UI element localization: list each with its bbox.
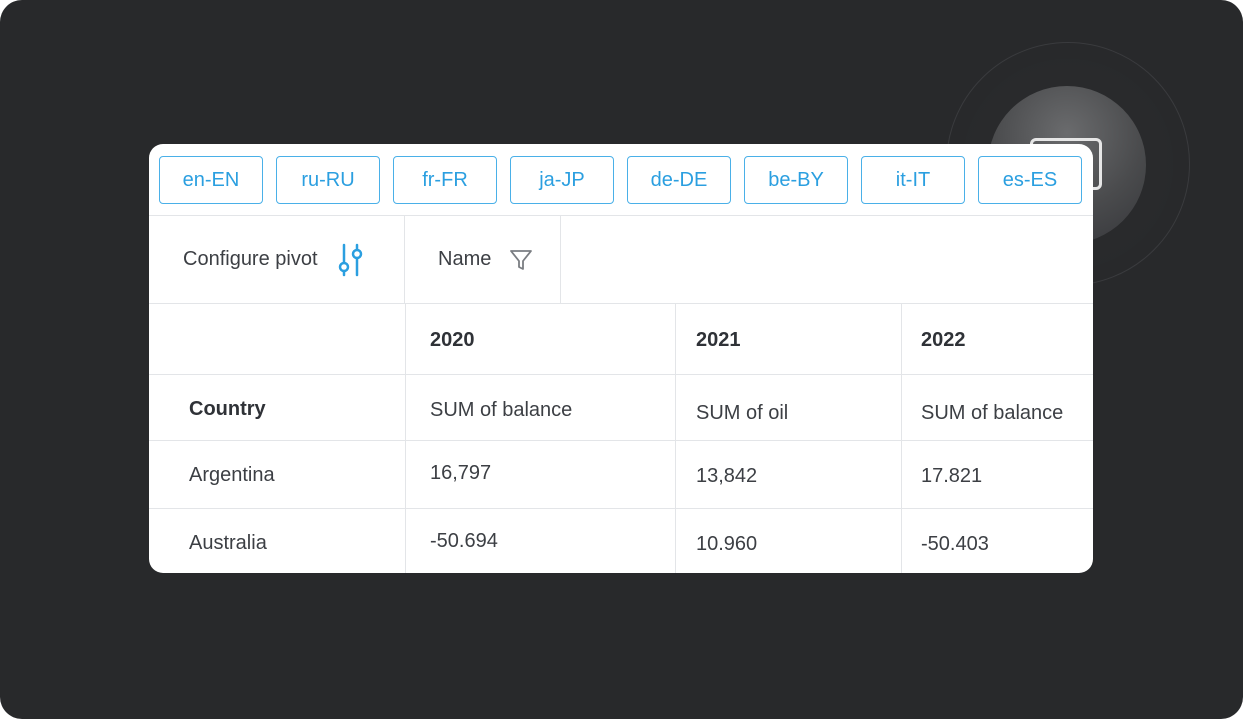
column-divider	[405, 304, 406, 573]
column-header-year[interactable]: 2022	[921, 329, 966, 352]
filter-icon	[510, 249, 533, 270]
name-filter-label: Name	[438, 248, 492, 270]
name-filter-button[interactable]: Name	[405, 216, 561, 303]
measure-header[interactable]: SUM of balance	[921, 402, 1063, 425]
data-cell: -50.403	[921, 533, 989, 555]
locale-button-ru[interactable]: ru-RU	[276, 156, 380, 204]
column-header-year[interactable]: 2021	[696, 329, 741, 352]
row-label-country: Australia	[189, 532, 267, 554]
locale-button-it[interactable]: it-IT	[861, 156, 965, 204]
pivot-toolbar: Configure pivot Name	[149, 216, 1093, 304]
locale-bar: en-EN ru-RU fr-FR ja-JP de-DE be-BY it-I…	[149, 144, 1093, 216]
pivot-widget: en-EN ru-RU fr-FR ja-JP de-DE be-BY it-I…	[149, 144, 1093, 573]
pivot-grid: 2020 2021 2022 Country SUM of balance SU…	[149, 304, 1093, 573]
data-cell: -50.694	[430, 530, 498, 552]
measure-header[interactable]: SUM of oil	[696, 402, 788, 425]
row-divider	[149, 508, 1093, 509]
locale-button-ja[interactable]: ja-JP	[510, 156, 614, 204]
sliders-icon	[338, 243, 362, 276]
row-header-country[interactable]: Country	[189, 398, 266, 421]
row-label-country: Argentina	[189, 464, 275, 486]
configure-pivot-label: Configure pivot	[183, 248, 318, 270]
column-divider	[901, 304, 902, 573]
configure-pivot-button[interactable]: Configure pivot	[149, 216, 405, 303]
locale-button-fr[interactable]: fr-FR	[393, 156, 497, 204]
data-cell: 13,842	[696, 465, 758, 487]
locale-button-en[interactable]: en-EN	[159, 156, 263, 204]
column-divider	[675, 304, 676, 573]
data-cell: 10.960	[696, 533, 758, 555]
data-cell: 17.821	[921, 465, 983, 487]
measure-header[interactable]: SUM of balance	[430, 399, 572, 422]
data-cell: 16,797	[430, 462, 492, 484]
locale-button-be[interactable]: be-BY	[744, 156, 848, 204]
column-header-year[interactable]: 2020	[430, 329, 475, 352]
locale-button-es[interactable]: es-ES	[978, 156, 1082, 204]
locale-button-de[interactable]: de-DE	[627, 156, 731, 204]
row-divider	[149, 374, 1093, 375]
backdrop: en-EN ru-RU fr-FR ja-JP de-DE be-BY it-I…	[0, 0, 1243, 719]
row-divider	[149, 440, 1093, 441]
